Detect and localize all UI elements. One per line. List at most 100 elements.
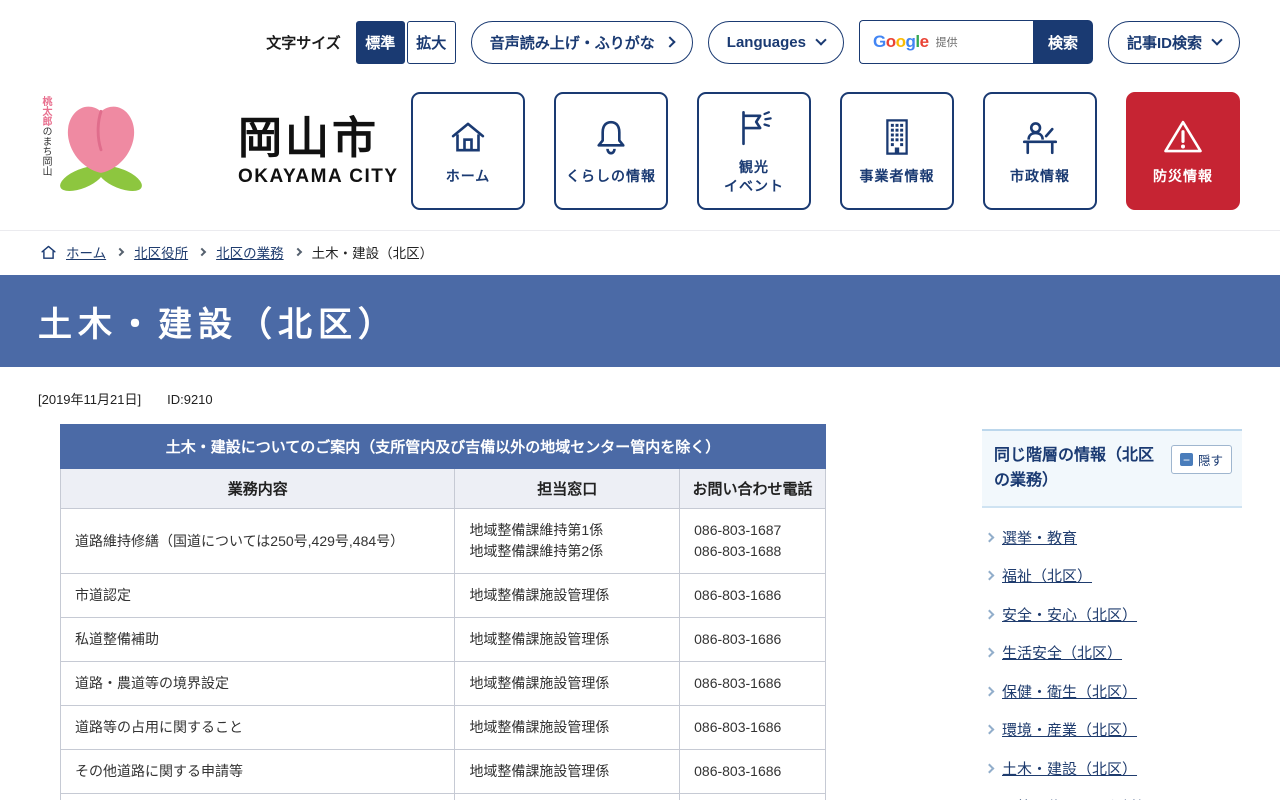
nav-item-home[interactable]: ホーム xyxy=(411,92,525,210)
page: 文字サイズ 標準 拡大 音声読み上げ・ふりがな Languages Google… xyxy=(0,0,1280,800)
minus-icon xyxy=(1180,453,1193,466)
main-nav: ホーム くらしの情報 観光 イベント 事業者情報市政情報 防災情報 xyxy=(411,92,1240,210)
google-logo: Google xyxy=(873,32,929,52)
chevron-right-icon xyxy=(985,571,995,581)
topbar: 文字サイズ 標準 拡大 音声読み上げ・ふりがな Languages Google… xyxy=(0,0,1280,64)
google-provided-label: 提供 xyxy=(936,34,958,50)
chevron-down-icon xyxy=(1211,34,1222,45)
peach-icon xyxy=(53,92,149,198)
cell-office: 地域整備課施設管理係 xyxy=(455,750,680,794)
table-body: 道路維持修繕（国道については250号,429号,484号）地域整備課維持第1係地… xyxy=(61,509,826,800)
search-input[interactable]: Google 提供 xyxy=(859,20,1033,64)
breadcrumb-separator-icon xyxy=(293,248,301,256)
chevron-right-icon xyxy=(985,648,995,658)
cell-task: 道路・農道等の境界設定 xyxy=(61,662,455,706)
breadcrumb-item[interactable]: 北区役所 xyxy=(134,242,188,262)
nav-item-bell[interactable]: くらしの情報 xyxy=(554,92,668,210)
sidebar-link[interactable]: 選挙・教育 xyxy=(1002,528,1077,551)
breadcrumb-item[interactable]: 北区の業務 xyxy=(216,242,284,262)
cell-phone: 086-803-1686 xyxy=(680,574,826,618)
article-date: [2019年11月21日] xyxy=(38,392,141,407)
table-caption-row: 土木・建設についてのご案内（支所管内及び吉備以外の地域センター管内を除く） xyxy=(61,425,826,469)
table-row: 道路・農道等の境界設定地域整備課施設管理係086-803-1686 xyxy=(61,662,826,706)
sidebar-link[interactable]: 安全・安心（北区） xyxy=(1002,605,1137,628)
page-title-banner: 土木・建設（北区） xyxy=(0,275,1280,367)
nav-item-reception[interactable]: 市政情報 xyxy=(983,92,1097,210)
sidebar: 同じ階層の情報（北区の業務） 隠す 選挙・教育福祉（北区） 安全・安心（北区） 生活… xyxy=(982,429,1242,800)
table-row: 私道整備補助地域整備課施設管理係086-803-1686 xyxy=(61,618,826,662)
voice-reading-button[interactable]: 音声読み上げ・ふりがな xyxy=(471,21,693,64)
breadcrumb-item[interactable]: ホーム xyxy=(66,242,106,262)
sidebar-hide-button[interactable]: 隠す xyxy=(1171,445,1232,474)
table-row: 道路等の占用に関すること地域整備課施設管理係086-803-1686 xyxy=(61,706,826,750)
sidebar-title: 同じ階層の情報（北区の業務） xyxy=(994,444,1166,494)
nav-item-flag[interactable]: 観光 イベント xyxy=(697,92,811,210)
city-name-en: OKAYAMA CITY xyxy=(238,166,399,188)
cell-task: 市道認定 xyxy=(61,574,455,618)
sidebar-link[interactable]: 土木・建設（北区） xyxy=(1002,759,1137,782)
text-size-large-button[interactable]: 拡大 xyxy=(407,21,456,64)
column-header-office: 担当窓口 xyxy=(455,469,680,509)
nav-item-label: ホーム xyxy=(446,167,491,186)
nav-item-label: 防災情報 xyxy=(1153,167,1213,186)
table-row: 公園維持管理地域整備課維持第2係086-803-1688 xyxy=(61,794,826,800)
breadcrumb-list: ホーム北区役所北区の業務土木・建設（北区） xyxy=(66,242,433,262)
sidebar-link-item: 安全・安心（北区） xyxy=(986,597,1238,636)
flag-icon xyxy=(733,107,775,149)
info-table: 土木・建設についてのご案内（支所管内及び吉備以外の地域センター管内を除く） 業務… xyxy=(60,424,826,800)
sidebar-link[interactable]: 福祉（北区） xyxy=(1002,566,1092,589)
nav-item-building[interactable]: 事業者情報 xyxy=(840,92,954,210)
nav-item-label: 観光 イベント xyxy=(724,158,784,196)
sidebar-links: 選挙・教育福祉（北区） 安全・安心（北区） 生活安全（北区） 保健・衛生（北区） 環境・… xyxy=(982,508,1242,800)
sidebar-link[interactable]: 保健・衛生（北区） xyxy=(1002,682,1137,705)
column-header-task: 業務内容 xyxy=(61,469,455,509)
sidebar-link-item: 生活安全（北区） xyxy=(986,635,1238,674)
logo-tagline-top: 桃太郎 xyxy=(40,96,51,126)
cell-phone: 086-803-1687086-803-1688 xyxy=(680,509,826,574)
article-id-search-button[interactable]: 記事ID検索 xyxy=(1108,21,1240,64)
main-column: [2019年11月21日] ID:9210 土木・建設についてのご案内（支所管内及… xyxy=(38,367,830,800)
languages-button[interactable]: Languages xyxy=(708,21,844,64)
cell-phone: 086-803-1686 xyxy=(680,618,826,662)
table-row: その他道路に関する申請等地域整備課施設管理係086-803-1686 xyxy=(61,750,826,794)
cell-office: 地域整備課施設管理係 xyxy=(455,662,680,706)
breadcrumb: ホーム北区役所北区の業務土木・建設（北区） xyxy=(0,230,1280,275)
site-logo[interactable]: 桃太郎のまち岡山 岡山市 OKAYAMA CITY xyxy=(40,92,399,198)
building-icon xyxy=(876,116,918,158)
nav-item-label: 市政情報 xyxy=(1010,167,1070,186)
table-caption: 土木・建設についてのご案内（支所管内及び吉備以外の地域センター管内を除く） xyxy=(61,425,826,469)
chevron-right-icon xyxy=(985,763,995,773)
nav-item-warning[interactable]: 防災情報 xyxy=(1126,92,1240,210)
nav-item-label: くらしの情報 xyxy=(566,167,656,186)
chevron-right-icon xyxy=(985,609,995,619)
content: [2019年11月21日] ID:9210 土木・建設についてのご案内（支所管内及… xyxy=(0,367,1280,800)
article-id: ID:9210 xyxy=(167,392,213,407)
sidebar-link-item: 戸籍・住民票・印鑑証明ほか xyxy=(986,789,1238,800)
cell-phone: 086-803-1686 xyxy=(680,662,826,706)
cell-task: 私道整備補助 xyxy=(61,618,455,662)
text-size-label: 文字サイズ xyxy=(266,32,341,53)
cell-task: 道路維持修繕（国道については250号,429号,484号） xyxy=(61,509,455,574)
cell-office: 地域整備課維持第1係地域整備課維持第2係 xyxy=(455,509,680,574)
chevron-down-icon xyxy=(815,34,826,45)
table-row: 市道認定地域整備課施設管理係086-803-1686 xyxy=(61,574,826,618)
table-header-row: 業務内容 担当窓口 お問い合わせ電話 xyxy=(61,469,826,509)
cell-phone: 086-803-1688 xyxy=(680,794,826,800)
sidebar-link[interactable]: 生活安全（北区） xyxy=(1002,643,1122,666)
sidebar-link[interactable]: 環境・産業（北区） xyxy=(1002,720,1137,743)
sidebar-link-item: 環境・産業（北区） xyxy=(986,712,1238,751)
cell-phone: 086-803-1686 xyxy=(680,750,826,794)
site-header: 桃太郎のまち岡山 岡山市 OKAYAMA CITY ホーム くらしの情報 観光 イベ… xyxy=(0,64,1280,230)
cell-task: 道路等の占用に関すること xyxy=(61,706,455,750)
search-button[interactable]: 検索 xyxy=(1033,20,1093,64)
city-name: 岡山市 xyxy=(238,116,399,162)
sidebar-link-item: 選挙・教育 xyxy=(986,520,1238,559)
warning-icon xyxy=(1162,116,1204,158)
text-size-standard-button[interactable]: 標準 xyxy=(356,21,405,64)
cell-phone: 086-803-1686 xyxy=(680,706,826,750)
home-icon xyxy=(447,116,489,158)
sidebar-link-item: 保健・衛生（北区） xyxy=(986,674,1238,713)
cell-task: その他道路に関する申請等 xyxy=(61,750,455,794)
peach-logo-icon: 桃太郎のまち岡山 xyxy=(40,92,226,198)
article-id-search-label: 記事ID検索 xyxy=(1127,32,1202,53)
